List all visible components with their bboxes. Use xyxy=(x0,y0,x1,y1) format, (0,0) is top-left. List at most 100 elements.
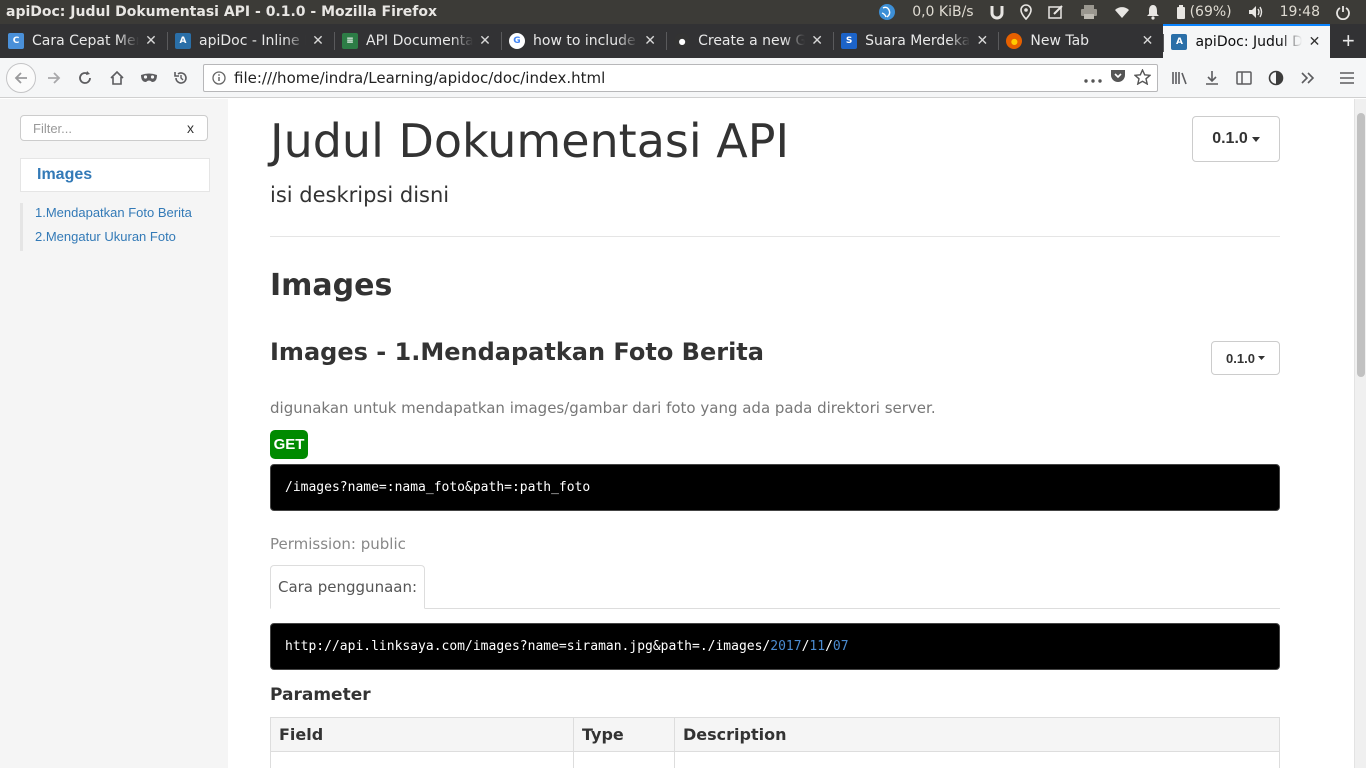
history-icon xyxy=(174,72,187,84)
notes-icon[interactable] xyxy=(1040,0,1072,24)
wifi-icon[interactable] xyxy=(1106,0,1138,24)
group-title: Images xyxy=(270,268,393,303)
extension-icon xyxy=(1268,70,1284,86)
network-globe-icon[interactable] xyxy=(870,0,904,24)
example-day: 07 xyxy=(832,639,849,654)
filter-input[interactable] xyxy=(33,120,183,136)
example-month: 11 xyxy=(809,639,826,654)
close-tab-icon[interactable]: ✕ xyxy=(477,33,493,49)
tab-label: Cara Cepat Mem xyxy=(32,33,139,49)
printer-icon[interactable] xyxy=(1072,0,1106,24)
battery-icon[interactable] xyxy=(1168,0,1188,24)
bookmark-star-icon[interactable] xyxy=(1133,67,1152,90)
reload-button[interactable] xyxy=(71,64,99,92)
browser-tab[interactable]: C Cara Cepat Mem ✕ xyxy=(0,24,167,58)
favicon-icon: C xyxy=(8,33,24,49)
browser-tab[interactable]: AapiDoc: Judul D ✕ xyxy=(1163,24,1331,58)
sidebar-item-mendapatkan-foto[interactable]: 1.Mendapatkan Foto Berita xyxy=(23,203,210,227)
extension-button[interactable] xyxy=(1262,64,1290,92)
col-header-field: Field xyxy=(270,717,574,752)
parameter-table: Field Type Description xyxy=(270,717,1280,768)
scrollbar-thumb[interactable] xyxy=(1357,113,1365,377)
tab-bar: C Cara Cepat Mem ✕ AapiDoc - Inline D ✕ ≡ API … xyxy=(0,24,1366,58)
arrow-left-icon xyxy=(14,72,27,84)
page-actions-icon[interactable] xyxy=(1084,70,1102,88)
overflow-button[interactable] xyxy=(1294,64,1322,92)
sidebar-icon xyxy=(1236,71,1252,85)
url-text[interactable]: file:///home/indra/Learning/apidoc/doc/i… xyxy=(234,69,605,87)
volume-icon[interactable] xyxy=(1240,0,1272,24)
private-mask-button[interactable] xyxy=(135,64,163,92)
section-version-label: 0.1.0 xyxy=(1226,350,1255,366)
browser-tab[interactable]: ● New Tab ✕ xyxy=(998,24,1163,58)
close-tab-icon[interactable]: ✕ xyxy=(642,33,658,49)
tab-cara-penggunaan[interactable]: Cara penggunaan: xyxy=(270,565,425,609)
location-icon[interactable] xyxy=(1012,0,1040,24)
parameter-heading: Parameter xyxy=(270,685,371,705)
col-header-type: Type xyxy=(573,717,675,752)
home-icon xyxy=(110,70,124,85)
library-button[interactable] xyxy=(1166,64,1194,92)
browser-tab[interactable]: ≡ API Documenta ✕ xyxy=(334,24,501,58)
magnet-icon[interactable] xyxy=(982,0,1012,24)
menu-button[interactable] xyxy=(1333,64,1361,92)
table-cell xyxy=(674,751,1280,768)
table-row xyxy=(270,751,1280,768)
close-tab-icon[interactable]: ✕ xyxy=(1139,33,1155,49)
history-button[interactable] xyxy=(167,64,195,92)
table-cell xyxy=(270,751,574,768)
section-title: Images - 1.Mendapatkan Foto Berita xyxy=(270,338,764,366)
section-description: digunakan untuk mendapatkan images/gamba… xyxy=(270,399,936,417)
filter-box: x xyxy=(20,115,208,141)
caret-down-icon xyxy=(1257,356,1265,360)
version-dropdown[interactable]: 0.1.0 xyxy=(1192,116,1280,162)
sidebar-group-images[interactable]: Images xyxy=(20,158,210,192)
example-sep: / xyxy=(801,639,810,654)
system-tray: 0,0 KiB/s (69%) 19:48 xyxy=(870,0,1358,24)
sidebar-subitems: 1.Mendapatkan Foto Berita 2.Mengatur Uku… xyxy=(20,203,210,251)
sidebar-item-mengatur-ukuran[interactable]: 2.Mengatur Ukuran Foto xyxy=(23,227,210,251)
table-cell xyxy=(573,751,675,768)
close-tab-icon[interactable]: ✕ xyxy=(1306,34,1322,50)
close-tab-icon[interactable]: ✕ xyxy=(143,33,159,49)
forward-button[interactable] xyxy=(40,64,68,92)
navigation-toolbar: file:///home/indra/Learning/apidoc/doc/i… xyxy=(0,58,1366,98)
mask-icon xyxy=(141,73,157,82)
close-tab-icon[interactable]: ✕ xyxy=(310,33,326,49)
page-scrollbar[interactable] xyxy=(1354,99,1366,768)
example-sep: / xyxy=(825,639,833,654)
method-badge: GET xyxy=(270,430,308,459)
downloads-button[interactable] xyxy=(1198,64,1226,92)
close-tab-icon[interactable]: ✕ xyxy=(809,33,825,49)
browser-tab[interactable]: S Suara Merdeka ✕ xyxy=(833,24,998,58)
download-icon xyxy=(1206,71,1218,85)
info-icon[interactable] xyxy=(204,71,234,85)
os-top-bar: apiDoc: Judul Dokumentasi API - 0.1.0 - … xyxy=(0,0,1366,24)
back-button[interactable] xyxy=(6,63,36,93)
clock[interactable]: 19:48 xyxy=(1272,0,1328,24)
url-bar[interactable]: file:///home/indra/Learning/apidoc/doc/i… xyxy=(203,64,1158,92)
section-version-dropdown[interactable]: 0.1.0 xyxy=(1211,341,1280,375)
battery-percent[interactable]: (69%) xyxy=(1188,0,1240,24)
power-icon[interactable] xyxy=(1328,0,1358,24)
page-title: Judul Dokumentasi API xyxy=(270,114,790,168)
browser-tab[interactable]: Ghow to include ✕ xyxy=(501,24,666,58)
net-speed[interactable]: 0,0 KiB/s xyxy=(904,0,981,24)
favicon-icon: G xyxy=(509,33,525,49)
page-description: isi deskripsi disni xyxy=(270,183,450,207)
version-label: 0.1.0 xyxy=(1212,130,1248,147)
new-tab-button[interactable]: + xyxy=(1330,24,1366,58)
browser-tab[interactable]: AapiDoc - Inline D ✕ xyxy=(167,24,334,58)
close-tab-icon[interactable]: ✕ xyxy=(974,33,990,49)
example-code: http://api.linksaya.com/images?name=sira… xyxy=(270,623,1280,670)
filter-clear-button[interactable]: x xyxy=(187,120,194,136)
pocket-icon[interactable] xyxy=(1110,69,1126,89)
sidebar: x Images 1.Mendapatkan Foto Berita 2.Men… xyxy=(0,99,228,768)
sidebar-button[interactable] xyxy=(1230,64,1258,92)
example-year: 2017 xyxy=(770,639,802,654)
page-content: x Images 1.Mendapatkan Foto Berita 2.Men… xyxy=(0,99,1354,768)
home-button[interactable] xyxy=(103,64,131,92)
tab-label: apiDoc - Inline D xyxy=(199,33,306,49)
browser-tab[interactable]: ● Create a new Gi ✕ xyxy=(666,24,833,58)
bell-icon[interactable] xyxy=(1138,0,1168,24)
